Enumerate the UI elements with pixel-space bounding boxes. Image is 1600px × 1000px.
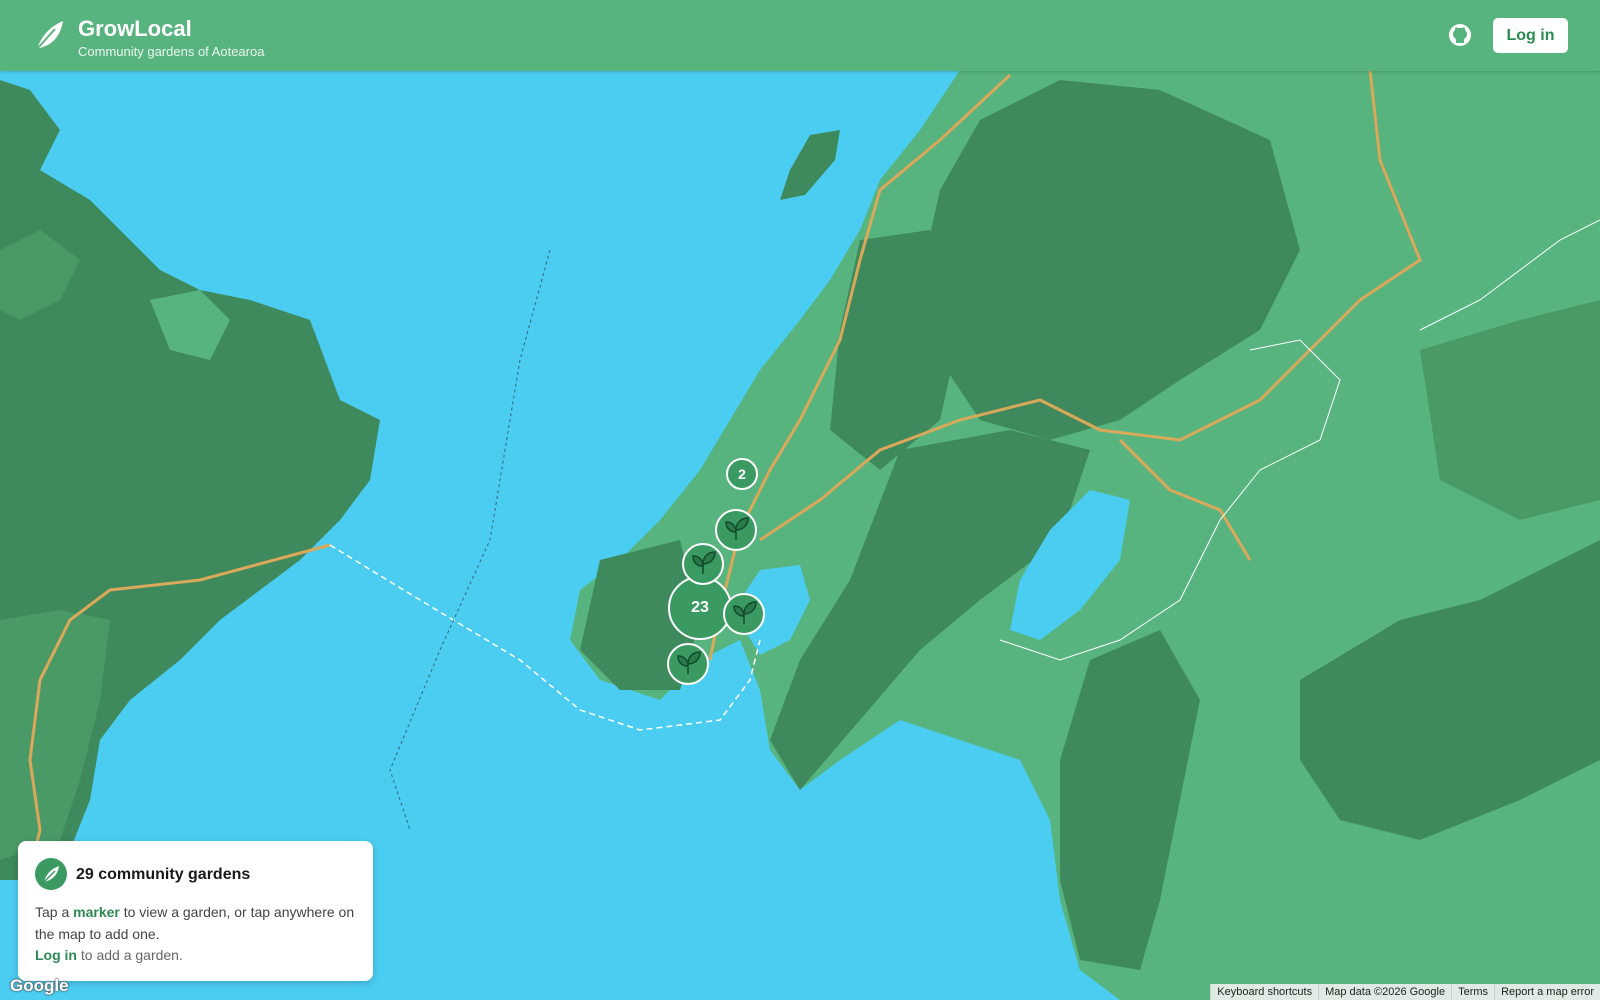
app-header: GrowLocal Community gardens of Aotearoa … xyxy=(0,0,1600,71)
garden-cluster-marker[interactable]: 2 xyxy=(726,458,758,490)
leaf-logo-icon xyxy=(36,21,63,50)
garden-marker[interactable] xyxy=(681,542,725,586)
seedling-icon xyxy=(682,543,724,585)
marker-link[interactable]: marker xyxy=(73,904,120,920)
map-data-text: Map data ©2026 Google xyxy=(1318,984,1451,1000)
panel-login-line: Log in to add a garden. xyxy=(35,947,183,963)
map-attribution: Keyboard shortcuts Map data ©2026 Google… xyxy=(1210,984,1600,1000)
panel-login-link[interactable]: Log in xyxy=(35,947,77,963)
garden-marker[interactable] xyxy=(666,642,710,686)
app-subtitle: Community gardens of Aotearoa xyxy=(78,44,265,59)
login-button[interactable]: Log in xyxy=(1493,18,1568,53)
panel-instructions: Tap a marker to view a garden, or tap an… xyxy=(35,901,360,945)
github-icon[interactable] xyxy=(1448,23,1472,47)
seedling-icon xyxy=(667,643,709,685)
app-title: GrowLocal xyxy=(78,16,192,41)
login-suffix: to add a garden. xyxy=(80,947,183,963)
keyboard-shortcuts-link[interactable]: Keyboard shortcuts xyxy=(1210,984,1318,1000)
panel-title: 29 community gardens xyxy=(76,866,251,883)
info-panel: 29 community gardens Tap a marker to vie… xyxy=(18,841,373,981)
garden-marker[interactable] xyxy=(722,592,766,636)
seedling-icon xyxy=(723,593,765,635)
instructions-prefix: Tap a xyxy=(35,904,70,920)
terms-link[interactable]: Terms xyxy=(1451,984,1494,1000)
panel-leaf-icon xyxy=(35,858,67,890)
report-error-link[interactable]: Report a map error xyxy=(1494,984,1600,1000)
google-logo[interactable]: Google xyxy=(10,976,69,996)
